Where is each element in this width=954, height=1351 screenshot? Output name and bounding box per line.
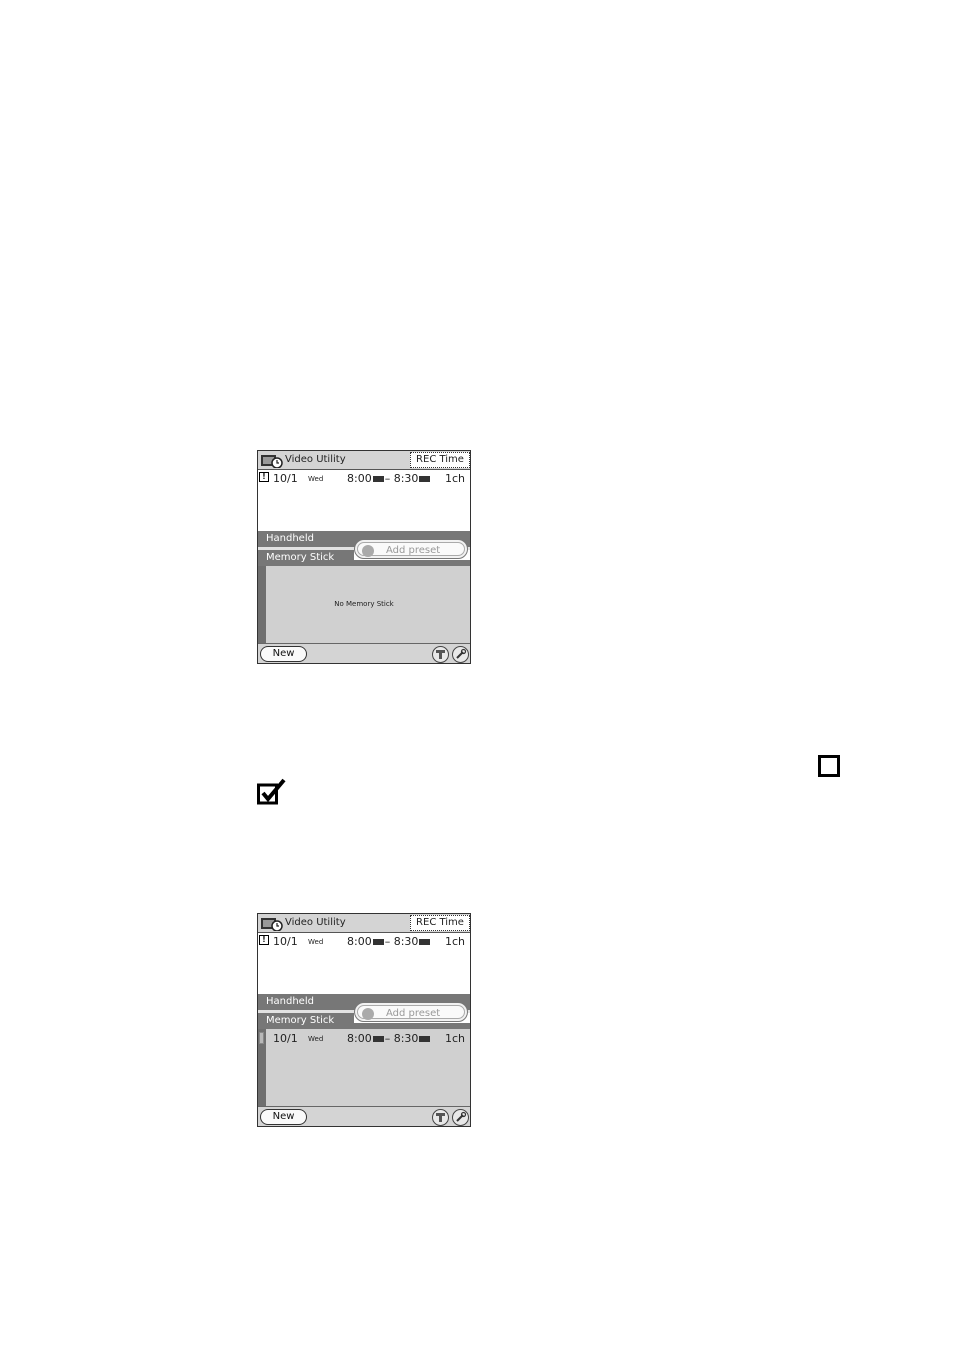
title-bar: Video Utility REC Time <box>258 914 470 933</box>
rec-time-button[interactable]: REC Time <box>410 915 470 931</box>
memory-stick-row[interactable]: 10/1 Wed 8:00– 8:30 1ch <box>259 1032 469 1046</box>
video-utility-screen-2: Video Utility REC Time ! 10/1 Wed 8:00– … <box>257 913 471 1127</box>
tab-memory-stick[interactable]: Memory Stick <box>258 550 354 566</box>
add-preset-inner: Add preset <box>357 1005 465 1020</box>
add-preset-button[interactable]: Add preset <box>354 1002 468 1022</box>
entry-channel: 1ch <box>445 935 466 948</box>
bottom-bar: New <box>258 1106 470 1126</box>
entry-time: 8:00– 8:30 <box>347 935 431 948</box>
entry-end: 8:30 <box>393 472 419 485</box>
entry-channel: 1ch <box>445 472 466 485</box>
wrench-icon[interactable] <box>452 1109 469 1126</box>
entry-end: 8:30 <box>393 935 419 948</box>
entry-start: 8:00 <box>347 935 372 948</box>
entry-end: 8:30 <box>393 1032 419 1045</box>
app-title: Video Utility <box>285 454 346 465</box>
memory-stick-list: No Memory Stick <box>258 566 470 643</box>
new-button[interactable]: New <box>260 1109 307 1125</box>
entry-date: 10/1 <box>273 472 298 485</box>
entry-time: 8:00– 8:30 <box>347 1032 431 1045</box>
wrench-icon[interactable] <box>452 646 469 663</box>
entry-time: 8:00– 8:30 <box>347 472 431 485</box>
video-recorder-icon <box>261 455 283 468</box>
add-preset-inner: Add preset <box>357 542 465 557</box>
memory-stick-list: 10/1 Wed 8:00– 8:30 1ch <box>258 1029 470 1106</box>
warning-icon: ! <box>259 472 269 482</box>
entry-dash: – <box>384 1032 391 1045</box>
pm-icon <box>372 1036 384 1042</box>
bottom-bar: New <box>258 643 470 663</box>
info-icon[interactable] <box>432 646 449 663</box>
pm-icon <box>419 939 431 945</box>
download-arrow-icon <box>362 545 374 557</box>
title-bar: Video Utility REC Time <box>258 451 470 470</box>
app-title: Video Utility <box>285 917 346 928</box>
entry-start: 8:00 <box>347 472 372 485</box>
pm-icon <box>372 476 384 482</box>
selection-marker <box>259 1032 264 1044</box>
download-arrow-icon <box>362 1008 374 1020</box>
pm-icon <box>419 476 431 482</box>
entry-date: 10/1 <box>273 935 298 948</box>
new-button[interactable]: New <box>260 646 307 662</box>
entry-day: Wed <box>308 475 324 483</box>
checkbox-empty-icon <box>818 755 840 777</box>
rec-time-button[interactable]: REC Time <box>410 452 470 468</box>
entry-start: 8:00 <box>347 1032 372 1045</box>
checkbox-checked-icon <box>257 778 286 805</box>
entry-dash: – <box>384 935 391 948</box>
video-utility-screen-1: Video Utility REC Time ! 10/1 Wed 8:00– … <box>257 450 471 664</box>
entry-channel: 1ch <box>445 1032 466 1045</box>
warning-icon: ! <box>259 935 269 945</box>
pm-icon <box>372 939 384 945</box>
entry-day: Wed <box>308 1035 324 1043</box>
entry-dash: – <box>384 472 391 485</box>
add-preset-button[interactable]: Add preset <box>354 539 468 559</box>
entry-day: Wed <box>308 938 324 946</box>
schedule-row[interactable]: ! 10/1 Wed 8:00– 8:30 1ch <box>259 935 469 949</box>
schedule-row[interactable]: ! 10/1 Wed 8:00– 8:30 1ch <box>259 472 469 486</box>
add-preset-label: Add preset <box>386 1008 441 1019</box>
video-recorder-icon <box>261 918 283 931</box>
info-icon[interactable] <box>432 1109 449 1126</box>
pm-icon <box>419 1036 431 1042</box>
entry-date: 10/1 <box>273 1032 298 1045</box>
no-memory-stick-message: No Memory Stick <box>334 600 394 608</box>
tab-memory-stick[interactable]: Memory Stick <box>258 1013 354 1029</box>
add-preset-label: Add preset <box>386 545 441 556</box>
